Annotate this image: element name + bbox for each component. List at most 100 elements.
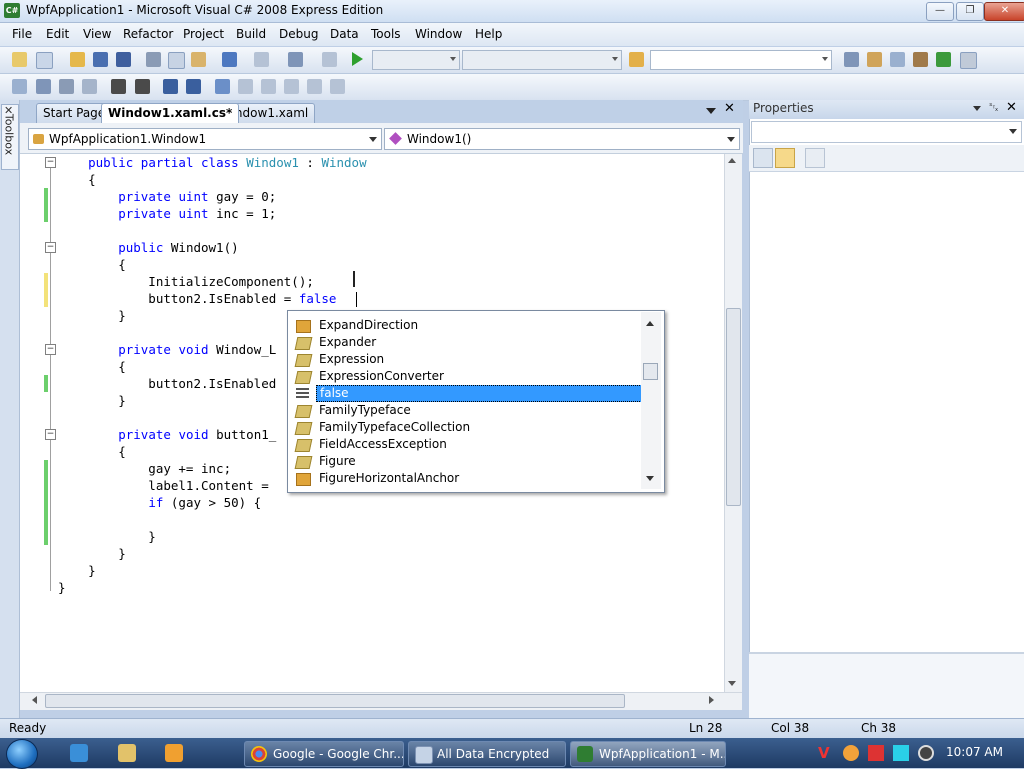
collapse-outline-icon[interactable]: − — [45, 429, 56, 440]
intellisense-item[interactable]: FamilyTypefaceCollection — [294, 419, 640, 436]
taskbar-button-chrome[interactable]: Google - Google Chr... — [244, 741, 404, 767]
paste-icon[interactable] — [191, 52, 206, 67]
tab-window1-xaml-cs[interactable]: Window1.xaml.cs* — [101, 103, 240, 123]
editor-vertical-scroll-thumb[interactable] — [726, 308, 741, 506]
properties-window-icon[interactable] — [890, 52, 905, 67]
intellisense-item[interactable]: false — [294, 385, 642, 402]
intellisense-item[interactable]: ExpressionConverter — [294, 368, 640, 385]
types-combo[interactable]: WpfApplication1.Window1 — [28, 128, 382, 150]
menu-view[interactable]: View — [83, 27, 111, 41]
quick-info-icon[interactable] — [59, 79, 74, 94]
toolbox-close-icon[interactable]: ✕ — [4, 104, 13, 117]
properties-object-combo[interactable] — [751, 121, 1022, 143]
close-button[interactable]: ✕ — [984, 2, 1024, 21]
find-combo[interactable] — [650, 50, 832, 70]
object-members-icon[interactable] — [12, 79, 27, 94]
taskbar-button-visual-studio[interactable]: WpfApplication1 - M... — [570, 741, 726, 767]
menu-refactor[interactable]: Refactor — [123, 27, 173, 41]
next-bookmark-icon[interactable] — [261, 79, 276, 94]
flag-tray-icon[interactable] — [868, 745, 884, 761]
intellisense-item[interactable]: Figure — [294, 453, 640, 470]
editor-horizontal-scroll-thumb[interactable] — [45, 694, 625, 708]
open-file-icon[interactable] — [70, 52, 85, 67]
internet-explorer-icon[interactable] — [70, 744, 88, 762]
bookmark-icon[interactable] — [215, 79, 230, 94]
add-item-icon[interactable] — [36, 52, 53, 69]
clear-bookmarks-icon[interactable] — [330, 79, 345, 94]
save-all-icon[interactable] — [116, 52, 131, 67]
menu-tools[interactable]: Tools — [371, 27, 401, 41]
scroll-right-icon[interactable] — [709, 696, 714, 704]
menu-file[interactable]: File — [12, 27, 32, 41]
next-bookmark-folder-icon[interactable] — [307, 79, 322, 94]
toolbox-icon[interactable] — [913, 52, 928, 67]
volume-tray-icon[interactable] — [918, 745, 934, 761]
intellisense-scroll-down-icon[interactable] — [646, 476, 654, 481]
menu-debug[interactable]: Debug — [279, 27, 318, 41]
intellisense-item[interactable]: Expander — [294, 334, 640, 351]
restore-button[interactable]: ❐ — [956, 2, 984, 21]
start-debugging-icon[interactable] — [352, 52, 363, 66]
redo-icon[interactable] — [254, 52, 269, 67]
intellisense-item[interactable]: FamilyTypeface — [294, 402, 640, 419]
antivirus-tray-icon[interactable]: V — [818, 745, 834, 761]
taskbar-button-all-data-encrypted[interactable]: All Data Encrypted — [408, 741, 566, 767]
collapse-outline-icon[interactable]: − — [45, 242, 56, 253]
search-tray-icon[interactable] — [843, 745, 859, 761]
toolbar-options-icon[interactable] — [960, 52, 977, 69]
previous-bookmark-folder-icon[interactable] — [284, 79, 299, 94]
properties-close-icon[interactable]: ✕ — [1006, 100, 1017, 115]
increase-indent-icon[interactable] — [135, 79, 150, 94]
explorer-folder-icon[interactable] — [118, 744, 136, 762]
taskbar-clock[interactable]: 10:07 AM — [946, 745, 1003, 759]
menu-build[interactable]: Build — [236, 27, 266, 41]
solution-platform-combo[interactable] — [462, 50, 622, 70]
navigate-forward-icon[interactable] — [322, 52, 337, 67]
start-button[interactable] — [6, 739, 38, 769]
solution-configuration-combo[interactable] — [372, 50, 460, 70]
intellisense-scrollbar[interactable] — [641, 312, 661, 489]
menu-help[interactable]: Help — [475, 27, 502, 41]
cut-icon[interactable] — [146, 52, 161, 67]
scroll-up-icon[interactable] — [728, 158, 736, 163]
save-icon[interactable] — [93, 52, 108, 67]
menu-window[interactable]: Window — [415, 27, 462, 41]
menu-data[interactable]: Data — [330, 27, 359, 41]
comment-out-icon[interactable] — [163, 79, 178, 94]
navigate-back-icon[interactable] — [288, 52, 303, 67]
close-document-icon[interactable]: ✕ — [724, 101, 735, 116]
find-in-files-icon[interactable] — [629, 52, 644, 67]
menu-edit[interactable]: Edit — [46, 27, 69, 41]
intellisense-item[interactable]: FigureHorizontalAnchor — [294, 470, 640, 487]
undo-icon[interactable] — [222, 52, 237, 67]
properties-menu-icon[interactable] — [973, 106, 981, 111]
decrease-indent-icon[interactable] — [111, 79, 126, 94]
network-tray-icon[interactable] — [893, 745, 909, 761]
uncomment-icon[interactable] — [186, 79, 201, 94]
intellisense-item[interactable]: Expression — [294, 351, 640, 368]
previous-bookmark-icon[interactable] — [238, 79, 253, 94]
menu-project[interactable]: Project — [183, 27, 224, 41]
property-pages-icon[interactable] — [805, 148, 825, 168]
categorized-icon[interactable] — [753, 148, 773, 168]
collapse-outline-icon[interactable]: − — [45, 344, 56, 355]
active-files-dropdown-icon[interactable] — [706, 108, 716, 114]
intellisense-item[interactable]: ExpandDirection — [294, 317, 640, 334]
find-icon[interactable] — [844, 52, 859, 67]
collapse-outline-icon[interactable]: − — [45, 157, 56, 168]
new-project-icon[interactable] — [12, 52, 27, 67]
members-combo[interactable]: Window1() — [384, 128, 740, 150]
intellisense-list[interactable]: ExpandDirection Expander Expression Express… — [287, 310, 665, 493]
media-player-icon[interactable] — [165, 744, 183, 762]
intellisense-item[interactable]: FieldAccessException — [294, 436, 640, 453]
intellisense-scroll-up-icon[interactable] — [646, 321, 654, 326]
minimize-button[interactable]: — — [926, 2, 954, 21]
scroll-left-icon[interactable] — [32, 696, 37, 704]
copy-icon[interactable] — [168, 52, 185, 69]
alphabetical-icon[interactable] — [775, 148, 795, 168]
scroll-down-icon[interactable] — [728, 681, 736, 686]
solution-explorer-icon[interactable] — [867, 52, 882, 67]
auto-hide-pin-icon[interactable]: ␂ — [989, 100, 999, 115]
intellisense-scroll-thumb[interactable] — [643, 363, 658, 380]
complete-word-icon[interactable] — [82, 79, 97, 94]
